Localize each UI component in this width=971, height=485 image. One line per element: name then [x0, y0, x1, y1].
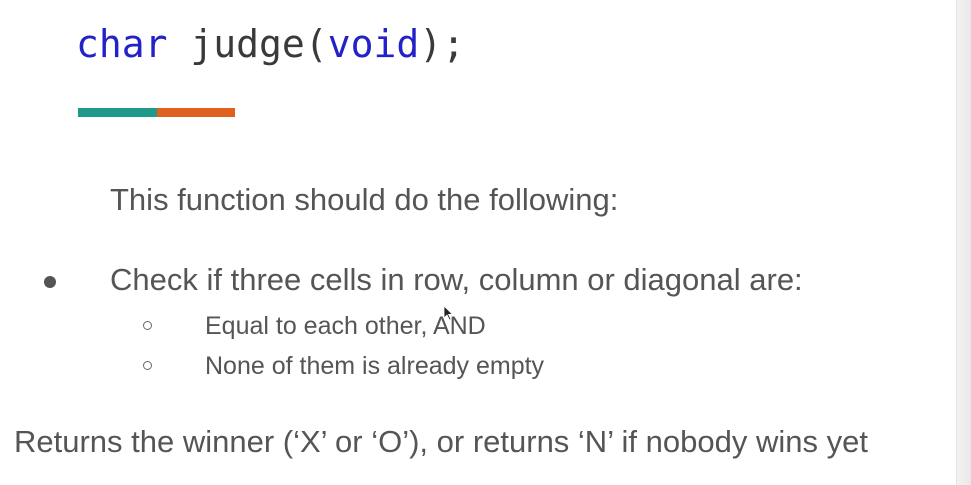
title-space [168, 22, 191, 66]
hollow-circle-bullet-icon [143, 361, 152, 370]
window-edge [956, 0, 971, 485]
slide: char judge(void); This function should d… [0, 0, 971, 485]
title-closing: ); [419, 22, 465, 66]
sub-bullet-text: None of them is already empty [205, 352, 545, 380]
mouse-pointer-icon [443, 305, 454, 321]
title-accent-bar [78, 108, 235, 117]
function-signature-title: char judge(void); [76, 20, 465, 68]
hollow-circle-bullet-icon [143, 321, 152, 330]
type-keyword: char [76, 22, 168, 66]
sub-bullet-item: Equal to each other, AND [0, 309, 971, 343]
intro-text: This function should do the following: [110, 182, 619, 217]
bullet-text: Check if three cells in row, column or d… [110, 262, 803, 297]
returns-text: Returns the winner (‘X’ or ‘O’), or retu… [14, 424, 868, 459]
param-keyword: void [327, 22, 420, 66]
sub-bullet-item: None of them is already empty [0, 349, 971, 383]
accent-bar-teal [78, 108, 157, 117]
function-name: judge( [190, 22, 328, 66]
bullet-dot-icon [44, 276, 56, 288]
accent-bar-orange [157, 108, 235, 117]
bullet-item: Check if three cells in row, column or d… [0, 260, 971, 304]
